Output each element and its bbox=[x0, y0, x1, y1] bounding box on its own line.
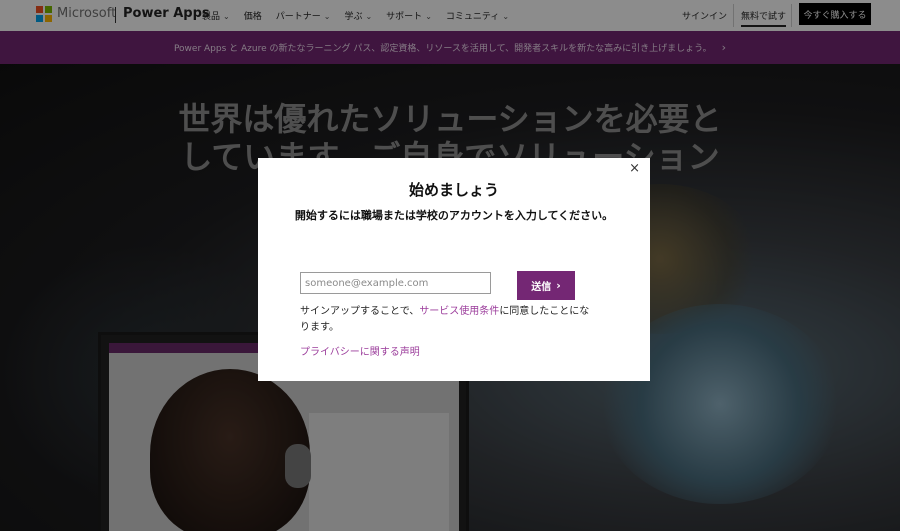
submit-button[interactable]: 送信 › bbox=[517, 271, 575, 300]
terms-text: サインアップすることで、サービス使用条件に同意したことになります。 bbox=[300, 304, 590, 336]
dialog-subtitle: 開始するには職場または学校のアカウントを入力してください。 bbox=[294, 209, 614, 222]
email-input[interactable] bbox=[300, 272, 491, 294]
get-started-dialog: × 始めましょう 開始するには職場または学校のアカウントを入力してください。 送… bbox=[258, 158, 650, 381]
submit-button-label: 送信 bbox=[531, 282, 552, 293]
terms-prefix: サインアップすることで、 bbox=[300, 306, 420, 317]
chevron-right-icon: › bbox=[556, 279, 561, 292]
privacy-statement-link[interactable]: プライバシーに関する声明 bbox=[300, 343, 420, 358]
close-icon[interactable]: × bbox=[629, 161, 640, 176]
dialog-title: 始めましょう bbox=[408, 181, 499, 199]
terms-of-use-link[interactable]: サービス使用条件 bbox=[419, 306, 499, 317]
